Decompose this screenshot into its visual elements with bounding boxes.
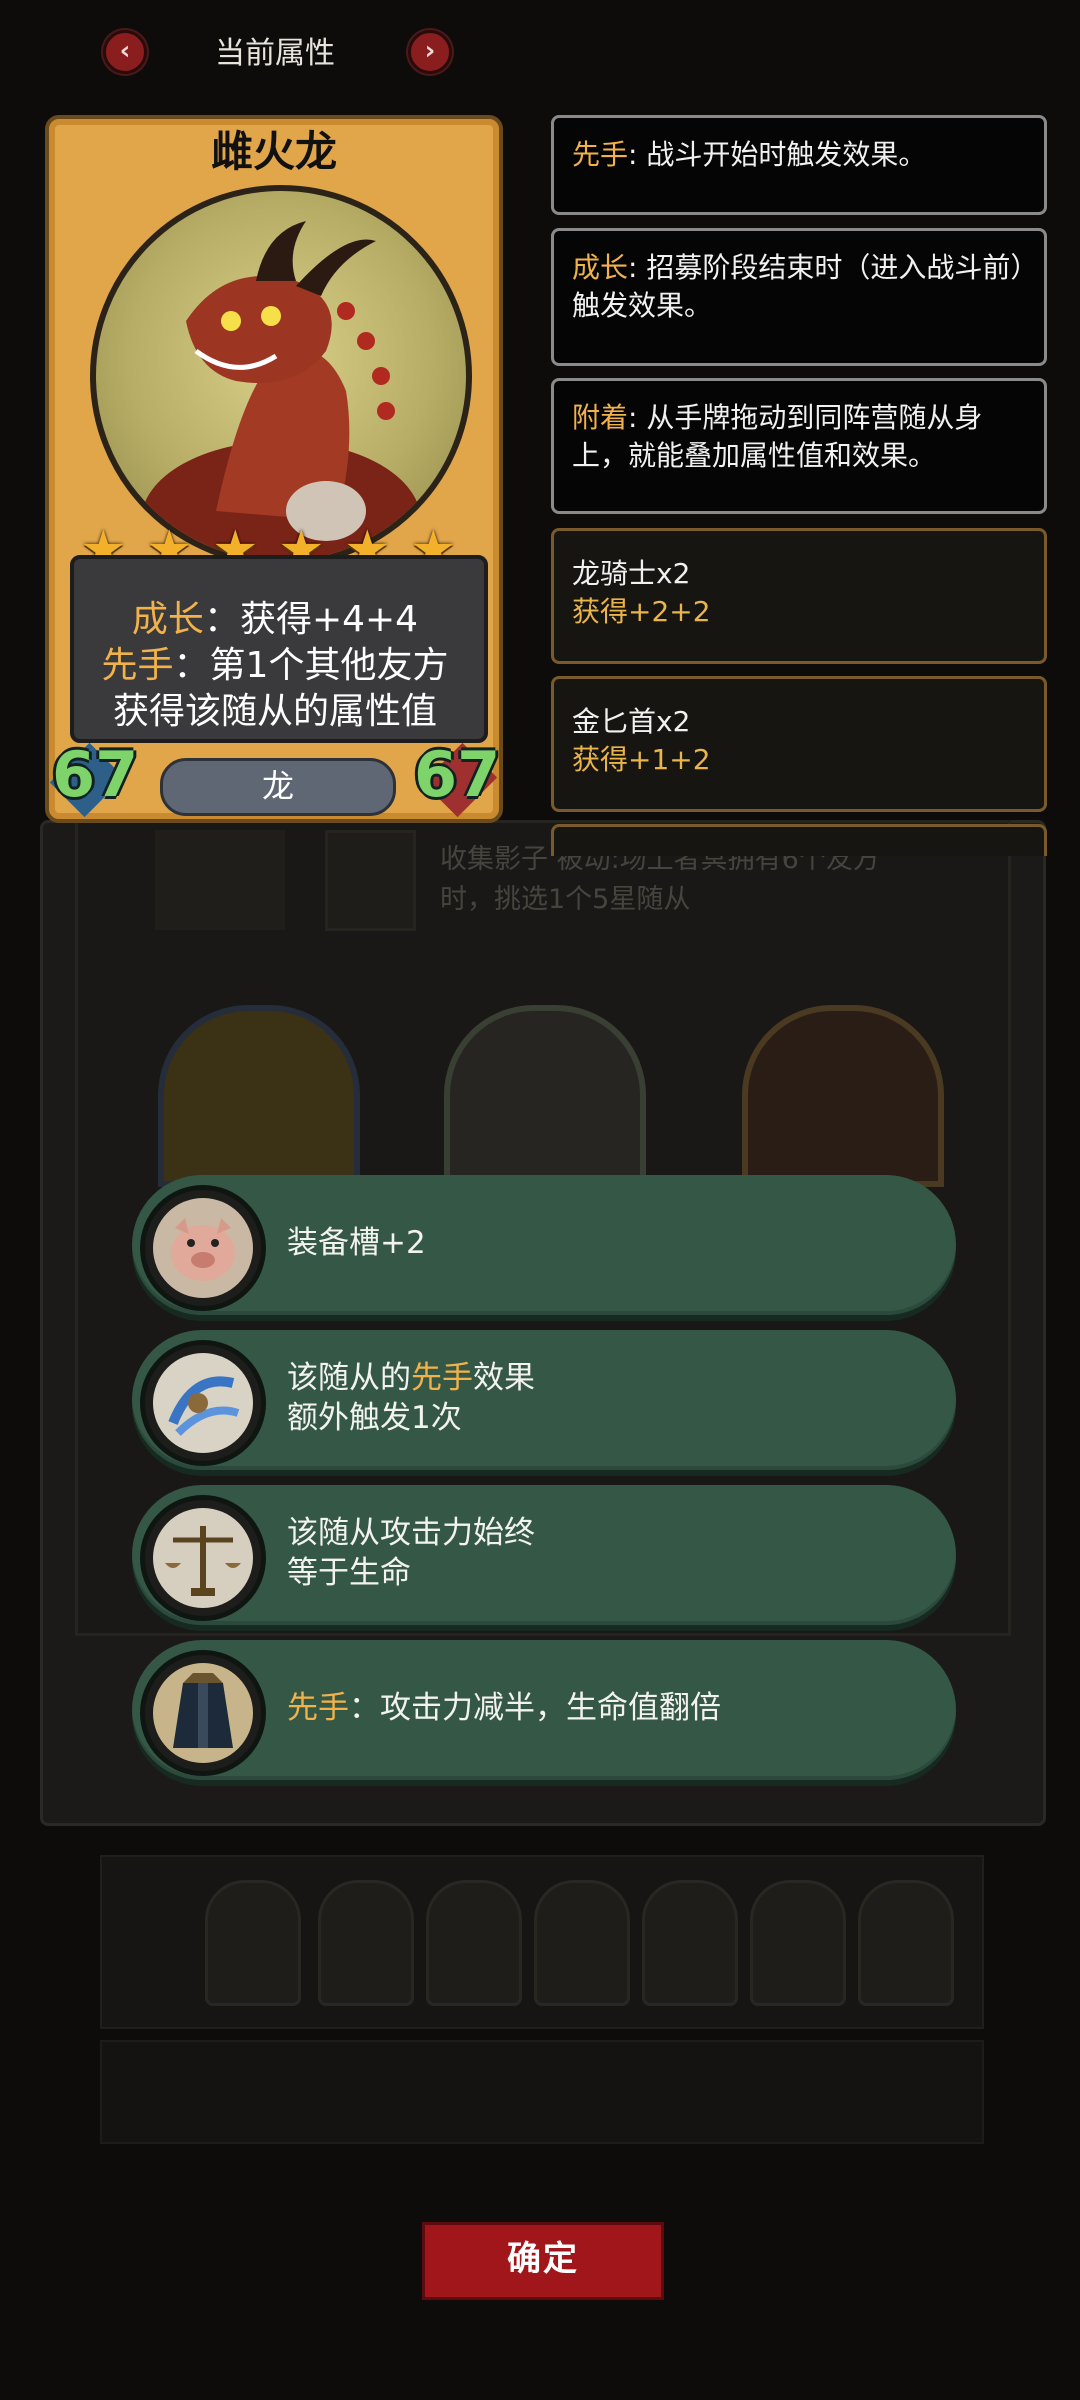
item-bonus: 获得+1+2 xyxy=(572,743,711,776)
prev-button[interactable]: ‹ xyxy=(103,30,147,74)
keyword-info-first-strike: 先手: 战斗开始时触发效果。 xyxy=(551,115,1047,215)
tribe-badge: 龙 xyxy=(160,758,396,816)
bench-slot xyxy=(750,1880,846,2006)
dragon-portrait xyxy=(90,185,472,567)
pig-icon xyxy=(140,1185,266,1311)
attached-item: 龙骑士x2 获得+2+2 xyxy=(551,528,1047,664)
scales-icon xyxy=(140,1495,266,1621)
attached-item-partial xyxy=(551,824,1047,856)
background-minion-3 xyxy=(742,1005,944,1187)
background-minion-1 xyxy=(158,1005,360,1187)
card-name: 雌火龙 xyxy=(210,127,337,176)
bench-slot xyxy=(205,1880,301,2006)
cloak-icon xyxy=(140,1650,266,1776)
attack-value: 67 xyxy=(52,738,139,811)
chevron-right-icon: › xyxy=(424,36,436,66)
option-attack-equals-health[interactable]: 该随从攻击力始终 等于生命 xyxy=(132,1485,956,1625)
background-portrait-small xyxy=(325,830,416,931)
chevron-left-icon: ‹ xyxy=(119,36,131,66)
item-bonus: 获得+2+2 xyxy=(572,595,711,628)
background-bench-2 xyxy=(100,2040,984,2144)
option-equipment-slot[interactable]: 装备槽+2 xyxy=(132,1175,956,1315)
item-name: 龙骑士x2 xyxy=(572,557,691,590)
option-extra-trigger[interactable]: 该随从的先手效果 额外触发1次 xyxy=(132,1330,956,1470)
whirlwind-icon xyxy=(140,1340,266,1466)
card-desc-line-1: 成长：获得+4+4 xyxy=(131,599,419,640)
card-desc-line-2: 先手：第1个其他友方 xyxy=(101,645,449,686)
bench-slot xyxy=(642,1880,738,2006)
attached-item: 金匕首x2 获得+1+2 xyxy=(551,676,1047,812)
bench-slot xyxy=(534,1880,630,2006)
keyword-info-growth: 成长: 招募阶段结束时（进入战斗前）触发效果。 xyxy=(551,228,1047,366)
keyword-info-attach: 附着: 从手牌拖动到同阵营随从身上，就能叠加属性值和效果。 xyxy=(551,378,1047,514)
card-desc-line-3: 获得该随从的属性值 xyxy=(112,691,437,732)
background-portrait-left xyxy=(155,830,285,930)
option-label: 该随从的先手效果 额外触发1次 xyxy=(287,1360,535,1436)
option-label: 先手：攻击力减半，生命值翻倍 xyxy=(287,1690,721,1726)
item-name: 金匕首x2 xyxy=(572,705,691,738)
bench-slot xyxy=(426,1880,522,2006)
option-halve-attack-double-health[interactable]: 先手：攻击力减半，生命值翻倍 xyxy=(132,1640,956,1780)
page-title: 当前属性 xyxy=(215,36,335,71)
health-value: 67 xyxy=(414,738,501,811)
confirm-button[interactable]: 确定 xyxy=(422,2222,664,2300)
background-minion-2 xyxy=(444,1005,646,1187)
bench-slot xyxy=(318,1880,414,2006)
next-button[interactable]: › xyxy=(408,30,452,74)
option-label: 装备槽+2 xyxy=(287,1225,426,1261)
option-label: 该随从攻击力始终 等于生命 xyxy=(287,1515,535,1591)
bench-slot xyxy=(858,1880,954,2006)
